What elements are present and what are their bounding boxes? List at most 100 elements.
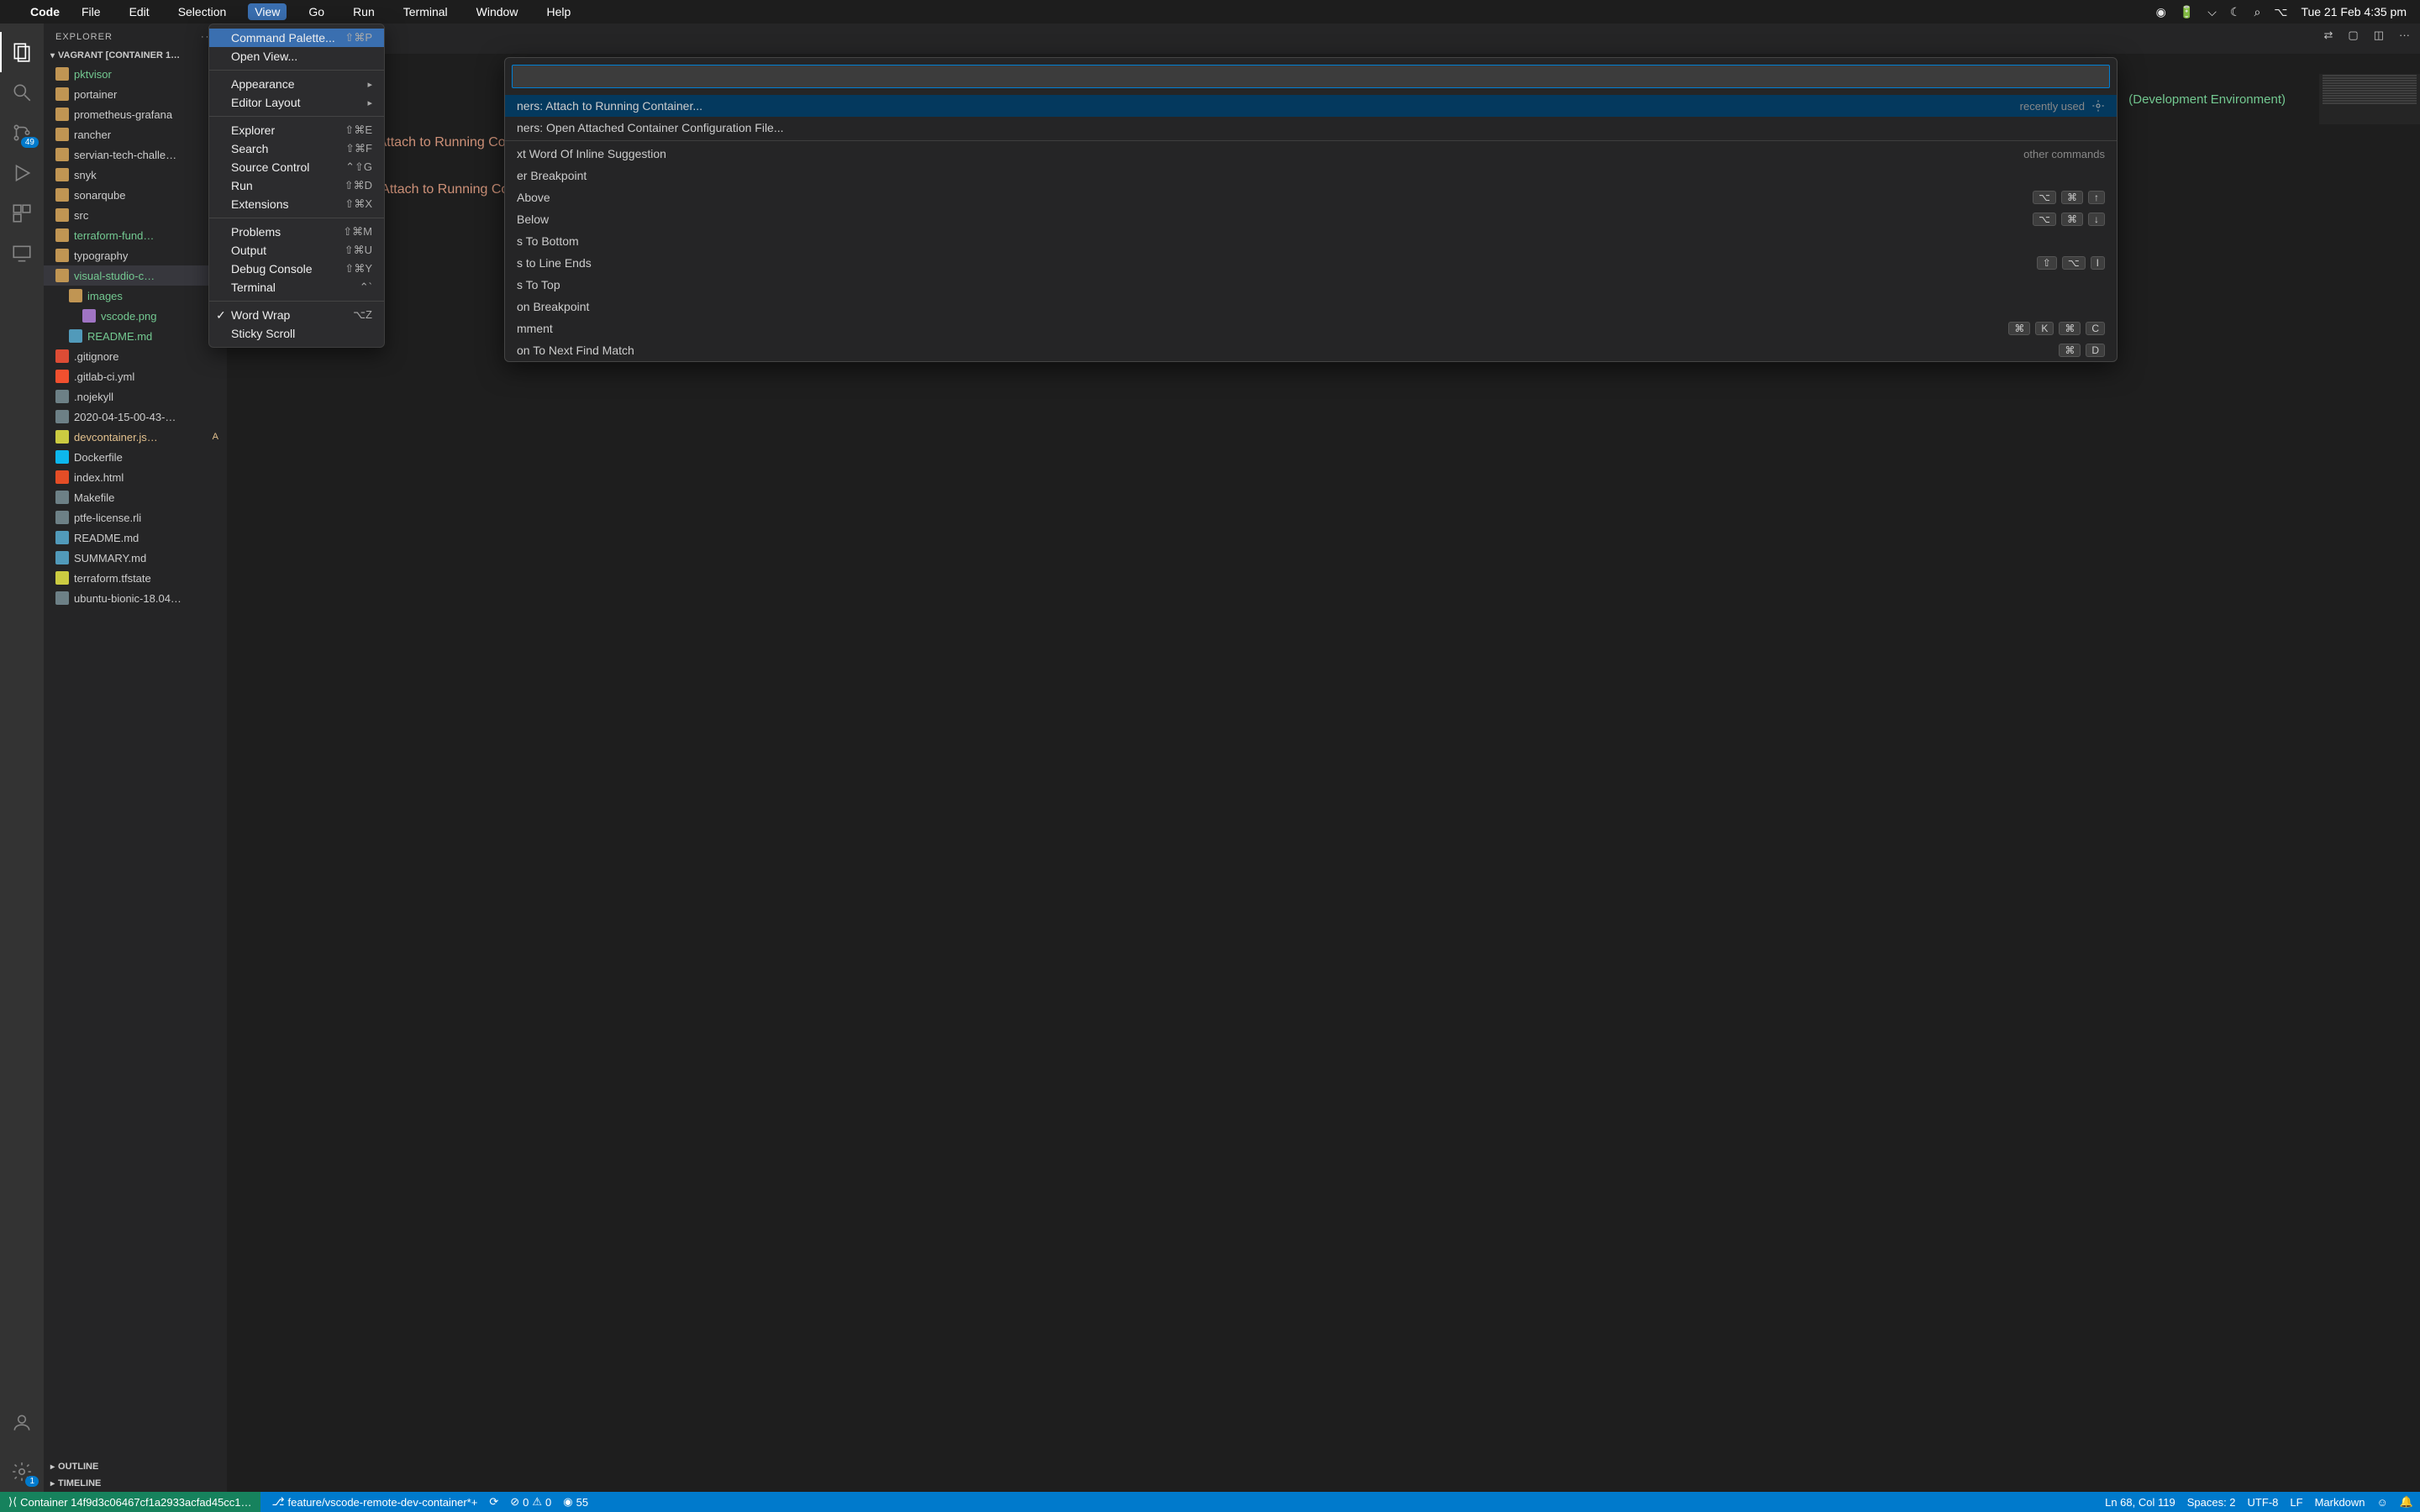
search-icon[interactable]: ⌕ xyxy=(2254,5,2260,19)
folder-item[interactable]: pktvisor xyxy=(44,64,227,84)
folder-item[interactable]: portainer xyxy=(44,84,227,104)
file-item[interactable]: Makefile xyxy=(44,487,227,507)
palette-item[interactable]: s To Top xyxy=(505,274,2117,296)
menu-edit[interactable]: Edit xyxy=(123,3,156,20)
indentation[interactable]: Spaces: 2 xyxy=(2187,1496,2236,1509)
more-icon[interactable]: ··· xyxy=(2399,29,2410,42)
view-menu-item[interactable]: Open View... xyxy=(209,47,384,66)
view-menu-item[interactable]: Debug Console⇧⌘Y xyxy=(209,260,384,278)
bell-icon[interactable]: 🔔 xyxy=(2400,1495,2413,1509)
view-menu-item[interactable]: Sticky Scroll xyxy=(209,324,384,343)
camera-icon[interactable]: ◉ xyxy=(2156,5,2166,19)
menu-window[interactable]: Window xyxy=(470,3,525,20)
menu-run[interactable]: Run xyxy=(346,3,381,20)
folder-item[interactable]: src xyxy=(44,205,227,225)
menu-go[interactable]: Go xyxy=(302,3,331,20)
clock[interactable]: Tue 21 Feb 4:35 pm xyxy=(2301,5,2407,18)
palette-item[interactable]: s to Line Ends⇧⌥I xyxy=(505,252,2117,274)
file-item[interactable]: vscode.pngU xyxy=(44,306,227,326)
settings-gear-icon[interactable]: 1 xyxy=(0,1452,44,1492)
folder-item[interactable]: sonarqube xyxy=(44,185,227,205)
cursor-position[interactable]: Ln 68, Col 119 xyxy=(2105,1496,2175,1509)
explorer-icon[interactable] xyxy=(0,32,44,72)
language-mode[interactable]: Markdown xyxy=(2315,1496,2365,1509)
palette-item[interactable]: er Breakpoint xyxy=(505,165,2117,186)
palette-item[interactable]: Above⌥⌘↑ xyxy=(505,186,2117,208)
compare-icon[interactable]: ⇄ xyxy=(2324,29,2333,42)
file-item[interactable]: README.mdU xyxy=(44,326,227,346)
palette-item[interactable]: mment⌘K⌘C xyxy=(505,318,2117,339)
menu-help[interactable]: Help xyxy=(539,3,577,20)
menu-file[interactable]: File xyxy=(75,3,108,20)
view-menu-item[interactable]: ✓Word Wrap⌥Z xyxy=(209,306,384,324)
file-item[interactable]: .gitignore xyxy=(44,346,227,366)
minimap[interactable] xyxy=(2319,74,2420,242)
view-menu-item[interactable]: Run⇧⌘D xyxy=(209,176,384,195)
file-item[interactable]: Dockerfile xyxy=(44,447,227,467)
folder-item[interactable]: visual-studio-c… xyxy=(44,265,227,286)
view-menu-item[interactable]: Extensions⇧⌘X xyxy=(209,195,384,213)
encoding[interactable]: UTF-8 xyxy=(2248,1496,2279,1509)
problems-indicator[interactable]: ⊘ 0 ⚠ 0 xyxy=(510,1495,551,1509)
extensions-icon[interactable] xyxy=(0,193,44,234)
view-menu-item[interactable]: Explorer⇧⌘E xyxy=(209,121,384,139)
file-item[interactable]: terraform.tfstate xyxy=(44,568,227,588)
run-debug-icon[interactable] xyxy=(0,153,44,193)
app-name[interactable]: Code xyxy=(30,5,60,18)
folder-item[interactable]: prometheus-grafana xyxy=(44,104,227,124)
remote-indicator[interactable]: ⟩⟨ Container 14f9d3c06467cf1a2933acfad45… xyxy=(0,1492,260,1512)
palette-item[interactable]: on To Next Find Match⌘D xyxy=(505,339,2117,361)
folder-item[interactable]: typography xyxy=(44,245,227,265)
accounts-icon[interactable] xyxy=(0,1403,44,1443)
branch-indicator[interactable]: ⎇ feature/vscode-remote-dev-container*+ xyxy=(272,1495,478,1509)
folder-item[interactable]: servian-tech-challe… xyxy=(44,144,227,165)
feedback-icon[interactable]: ☺ xyxy=(2377,1496,2388,1509)
folder-item[interactable]: images xyxy=(44,286,227,306)
split-icon[interactable]: ◫ xyxy=(2374,29,2384,42)
menu-terminal[interactable]: Terminal xyxy=(397,3,455,20)
view-menu-item[interactable]: Search⇧⌘F xyxy=(209,139,384,158)
menu-view[interactable]: View xyxy=(248,3,287,20)
remote-explorer-icon[interactable] xyxy=(0,234,44,274)
view-menu-item[interactable]: Problems⇧⌘M xyxy=(209,223,384,241)
control-center-icon[interactable]: ⌥ xyxy=(2274,5,2287,19)
file-item[interactable]: README.md xyxy=(44,528,227,548)
file-item[interactable]: .nojekyll xyxy=(44,386,227,407)
view-menu-item[interactable]: Command Palette...⇧⌘P xyxy=(209,29,384,47)
wifi-icon[interactable]: ⌵ xyxy=(2207,5,2217,19)
view-menu-item[interactable]: Appearance▸ xyxy=(209,75,384,93)
file-item[interactable]: devcontainer.js…A xyxy=(44,427,227,447)
palette-item[interactable]: xt Word Of Inline Suggestionother comman… xyxy=(505,143,2117,165)
command-palette-input[interactable] xyxy=(512,65,2110,88)
preview-icon[interactable]: ▢ xyxy=(2348,29,2358,42)
ports-indicator[interactable]: ◉ 55 xyxy=(563,1495,588,1509)
file-item[interactable]: index.html xyxy=(44,467,227,487)
outline-section[interactable]: ▸ OUTLINE xyxy=(44,1458,227,1475)
view-menu-item[interactable]: Output⇧⌘U xyxy=(209,241,384,260)
palette-item[interactable]: ners: Open Attached Container Configurat… xyxy=(505,117,2117,139)
file-item[interactable]: SUMMARY.md xyxy=(44,548,227,568)
timeline-section[interactable]: ▸ TIMELINE xyxy=(44,1475,227,1492)
menu-selection[interactable]: Selection xyxy=(171,3,234,20)
eol[interactable]: LF xyxy=(2290,1496,2302,1509)
palette-item[interactable]: s To Bottom xyxy=(505,230,2117,252)
file-item[interactable]: 2020-04-15-00-43-… xyxy=(44,407,227,427)
folder-item[interactable]: terraform-fund… xyxy=(44,225,227,245)
moon-icon[interactable]: ☾ xyxy=(2230,5,2241,19)
workspace-title[interactable]: ▾ VAGRANT [CONTAINER 1… xyxy=(44,47,227,64)
palette-item[interactable]: ners: Attach to Running Container...rece… xyxy=(505,95,2117,117)
folder-item[interactable]: rancher xyxy=(44,124,227,144)
palette-item[interactable]: on Breakpoint xyxy=(505,296,2117,318)
battery-icon[interactable]: 🔋 xyxy=(2180,5,2194,19)
sync-indicator[interactable]: ⟳ xyxy=(489,1495,498,1509)
file-item[interactable]: .gitlab-ci.yml xyxy=(44,366,227,386)
file-item[interactable]: ptfe-license.rli xyxy=(44,507,227,528)
view-menu-item[interactable]: Editor Layout▸ xyxy=(209,93,384,112)
folder-item[interactable]: snyk xyxy=(44,165,227,185)
palette-item[interactable]: Below⌥⌘↓ xyxy=(505,208,2117,230)
search-icon[interactable] xyxy=(0,72,44,113)
view-menu-item[interactable]: Source Control⌃⇧G xyxy=(209,158,384,176)
source-control-icon[interactable]: 49 xyxy=(0,113,44,153)
file-item[interactable]: ubuntu-bionic-18.04… xyxy=(44,588,227,608)
view-menu-item[interactable]: Terminal⌃` xyxy=(209,278,384,297)
